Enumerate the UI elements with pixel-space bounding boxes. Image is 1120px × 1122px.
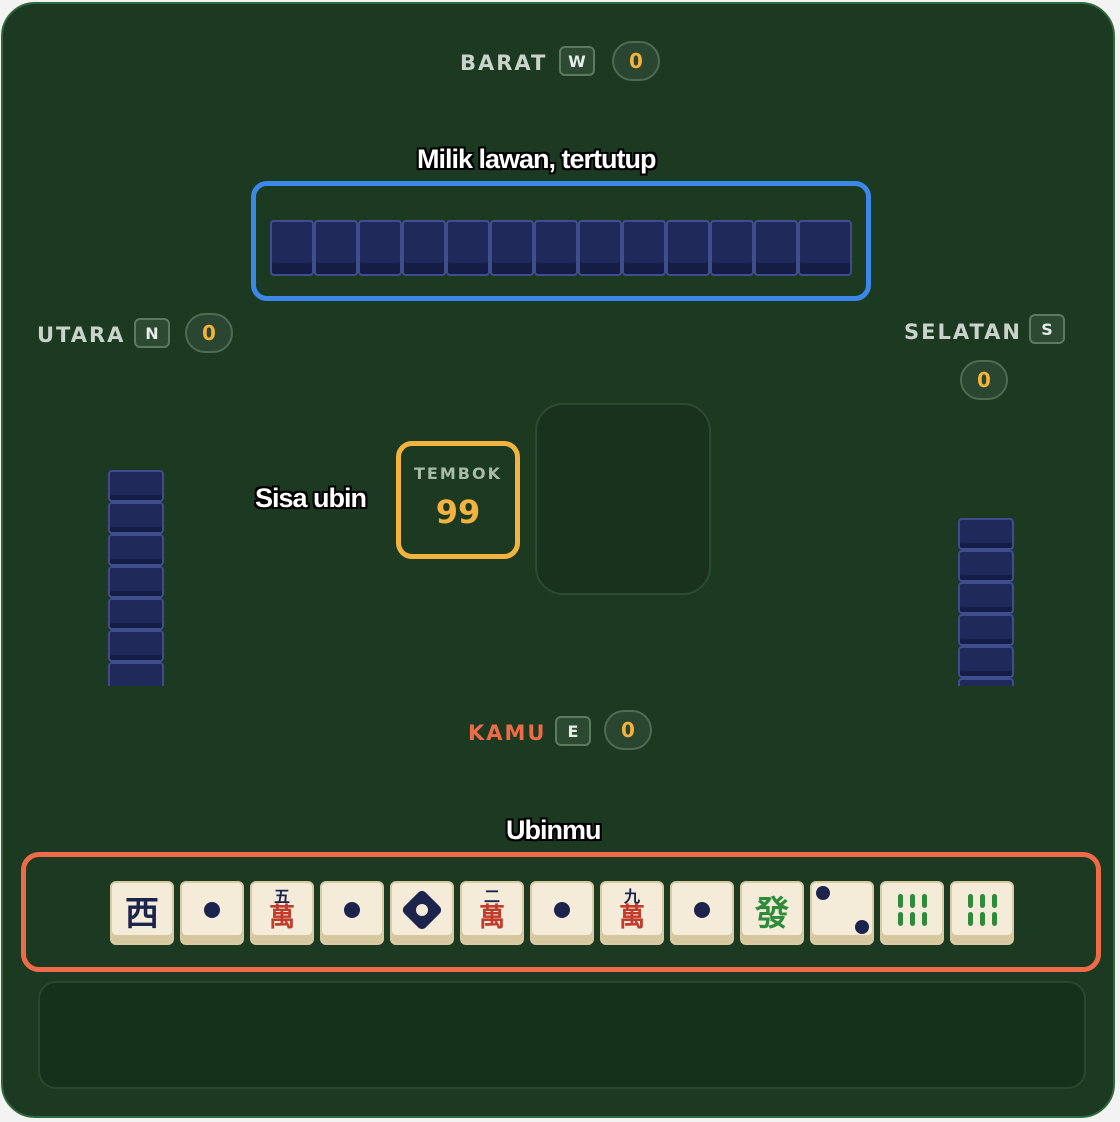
opponent-tile-back — [402, 220, 446, 276]
character-glyphs: 九萬 — [618, 889, 645, 933]
opponent-tile-back — [666, 220, 710, 276]
opponent-tile-back — [958, 550, 1014, 582]
opponent-tile-back — [108, 630, 164, 662]
tile-wan: 萬 — [618, 903, 645, 933]
score-badge-south: 0 — [960, 360, 1008, 400]
hand-tile-west-wind[interactable]: 西 — [110, 881, 174, 945]
hand-tile-bamboo[interactable] — [880, 881, 944, 945]
tile-wan: 萬 — [268, 903, 295, 933]
opponent-tile-back — [270, 220, 314, 276]
opponent-tile-back — [108, 566, 164, 598]
hand-tile-dots[interactable] — [810, 881, 874, 945]
wall-label: TEMBOK — [414, 464, 502, 483]
score-badge-me: 0 — [604, 710, 652, 750]
callout-opponent-hand: Milik lawan, tertutup — [417, 144, 657, 174]
hand-tile-dots[interactable] — [390, 881, 454, 945]
player-name-me: KAMU — [468, 721, 547, 745]
wall-counter: TEMBOK 99 — [396, 441, 520, 559]
wind-badge-west: W — [559, 46, 595, 76]
opponent-tile-back — [578, 220, 622, 276]
opponent-tile-back — [446, 220, 490, 276]
hand-tile-green-dragon[interactable]: 發 — [740, 881, 804, 945]
dot-icon — [204, 902, 220, 918]
opponent-tile-back — [358, 220, 402, 276]
hand-tile-character[interactable]: 五萬 — [250, 881, 314, 945]
opponent-tile-back — [108, 662, 164, 686]
hand-tile-dots[interactable] — [320, 881, 384, 945]
opponent-tile-back — [108, 598, 164, 630]
tile-wan: 萬 — [478, 903, 505, 933]
hand-tile-character[interactable]: 二萬 — [460, 881, 524, 945]
opponent-tile-back — [958, 614, 1014, 646]
hand-tile-dots[interactable] — [530, 881, 594, 945]
opponent-hand-left — [108, 470, 164, 686]
discard-area — [535, 403, 711, 595]
wind-badge-north: N — [134, 318, 170, 348]
opponent-hand-top — [270, 220, 852, 276]
opponent-tile-back — [314, 220, 358, 276]
my-hand: 西 五萬 二萬 九萬 發 — [110, 881, 1014, 945]
player-name-south: SELATAN — [904, 320, 1022, 344]
dot-icon — [344, 902, 360, 918]
opponent-tile-back — [798, 220, 852, 276]
player-name-north: UTARA — [37, 323, 126, 347]
opponent-tile-back — [490, 220, 534, 276]
dot-icon — [816, 886, 830, 900]
score-badge-north: 0 — [185, 313, 233, 353]
opponent-tile-back — [108, 502, 164, 534]
opponent-tile-back — [534, 220, 578, 276]
bamboo-sticks-icon — [967, 894, 997, 926]
callout-remaining-tiles: Sisa ubin — [255, 483, 367, 513]
message-log-area — [38, 981, 1086, 1089]
opponent-tile-back — [958, 518, 1014, 550]
hand-tile-bamboo[interactable] — [950, 881, 1014, 945]
character-glyphs: 五萬 — [268, 889, 295, 933]
character-glyphs: 二萬 — [478, 889, 505, 933]
tile-glyph: 西 — [125, 893, 159, 934]
opponent-tile-back — [958, 646, 1014, 678]
hand-tile-dots[interactable] — [180, 881, 244, 945]
opponent-tile-back — [754, 220, 798, 276]
wind-badge-me: E — [555, 716, 591, 746]
opponent-tile-back — [108, 534, 164, 566]
one-dot-icon — [400, 888, 444, 932]
opponent-tile-back — [710, 220, 754, 276]
dot-icon — [694, 902, 710, 918]
dot-icon — [554, 902, 570, 918]
dot-icon — [855, 920, 869, 934]
hand-tile-character[interactable]: 九萬 — [600, 881, 664, 945]
opponent-tile-back — [958, 678, 1014, 686]
hand-tile-dots[interactable] — [670, 881, 734, 945]
score-badge-west: 0 — [612, 41, 660, 81]
bamboo-sticks-icon — [897, 894, 927, 926]
opponent-tile-back — [108, 470, 164, 502]
player-name-west: BARAT — [460, 51, 548, 75]
opponent-hand-right — [958, 518, 1014, 686]
wall-count: 99 — [435, 493, 481, 531]
opponent-tile-back — [622, 220, 666, 276]
opponent-tile-back — [958, 582, 1014, 614]
tile-glyph: 發 — [755, 893, 789, 934]
wind-badge-south: S — [1029, 314, 1065, 344]
callout-my-hand: Ubinmu — [506, 815, 601, 845]
mahjong-table: BARAT W 0 Milik lawan, tertutup UTARA N … — [1, 2, 1115, 1118]
